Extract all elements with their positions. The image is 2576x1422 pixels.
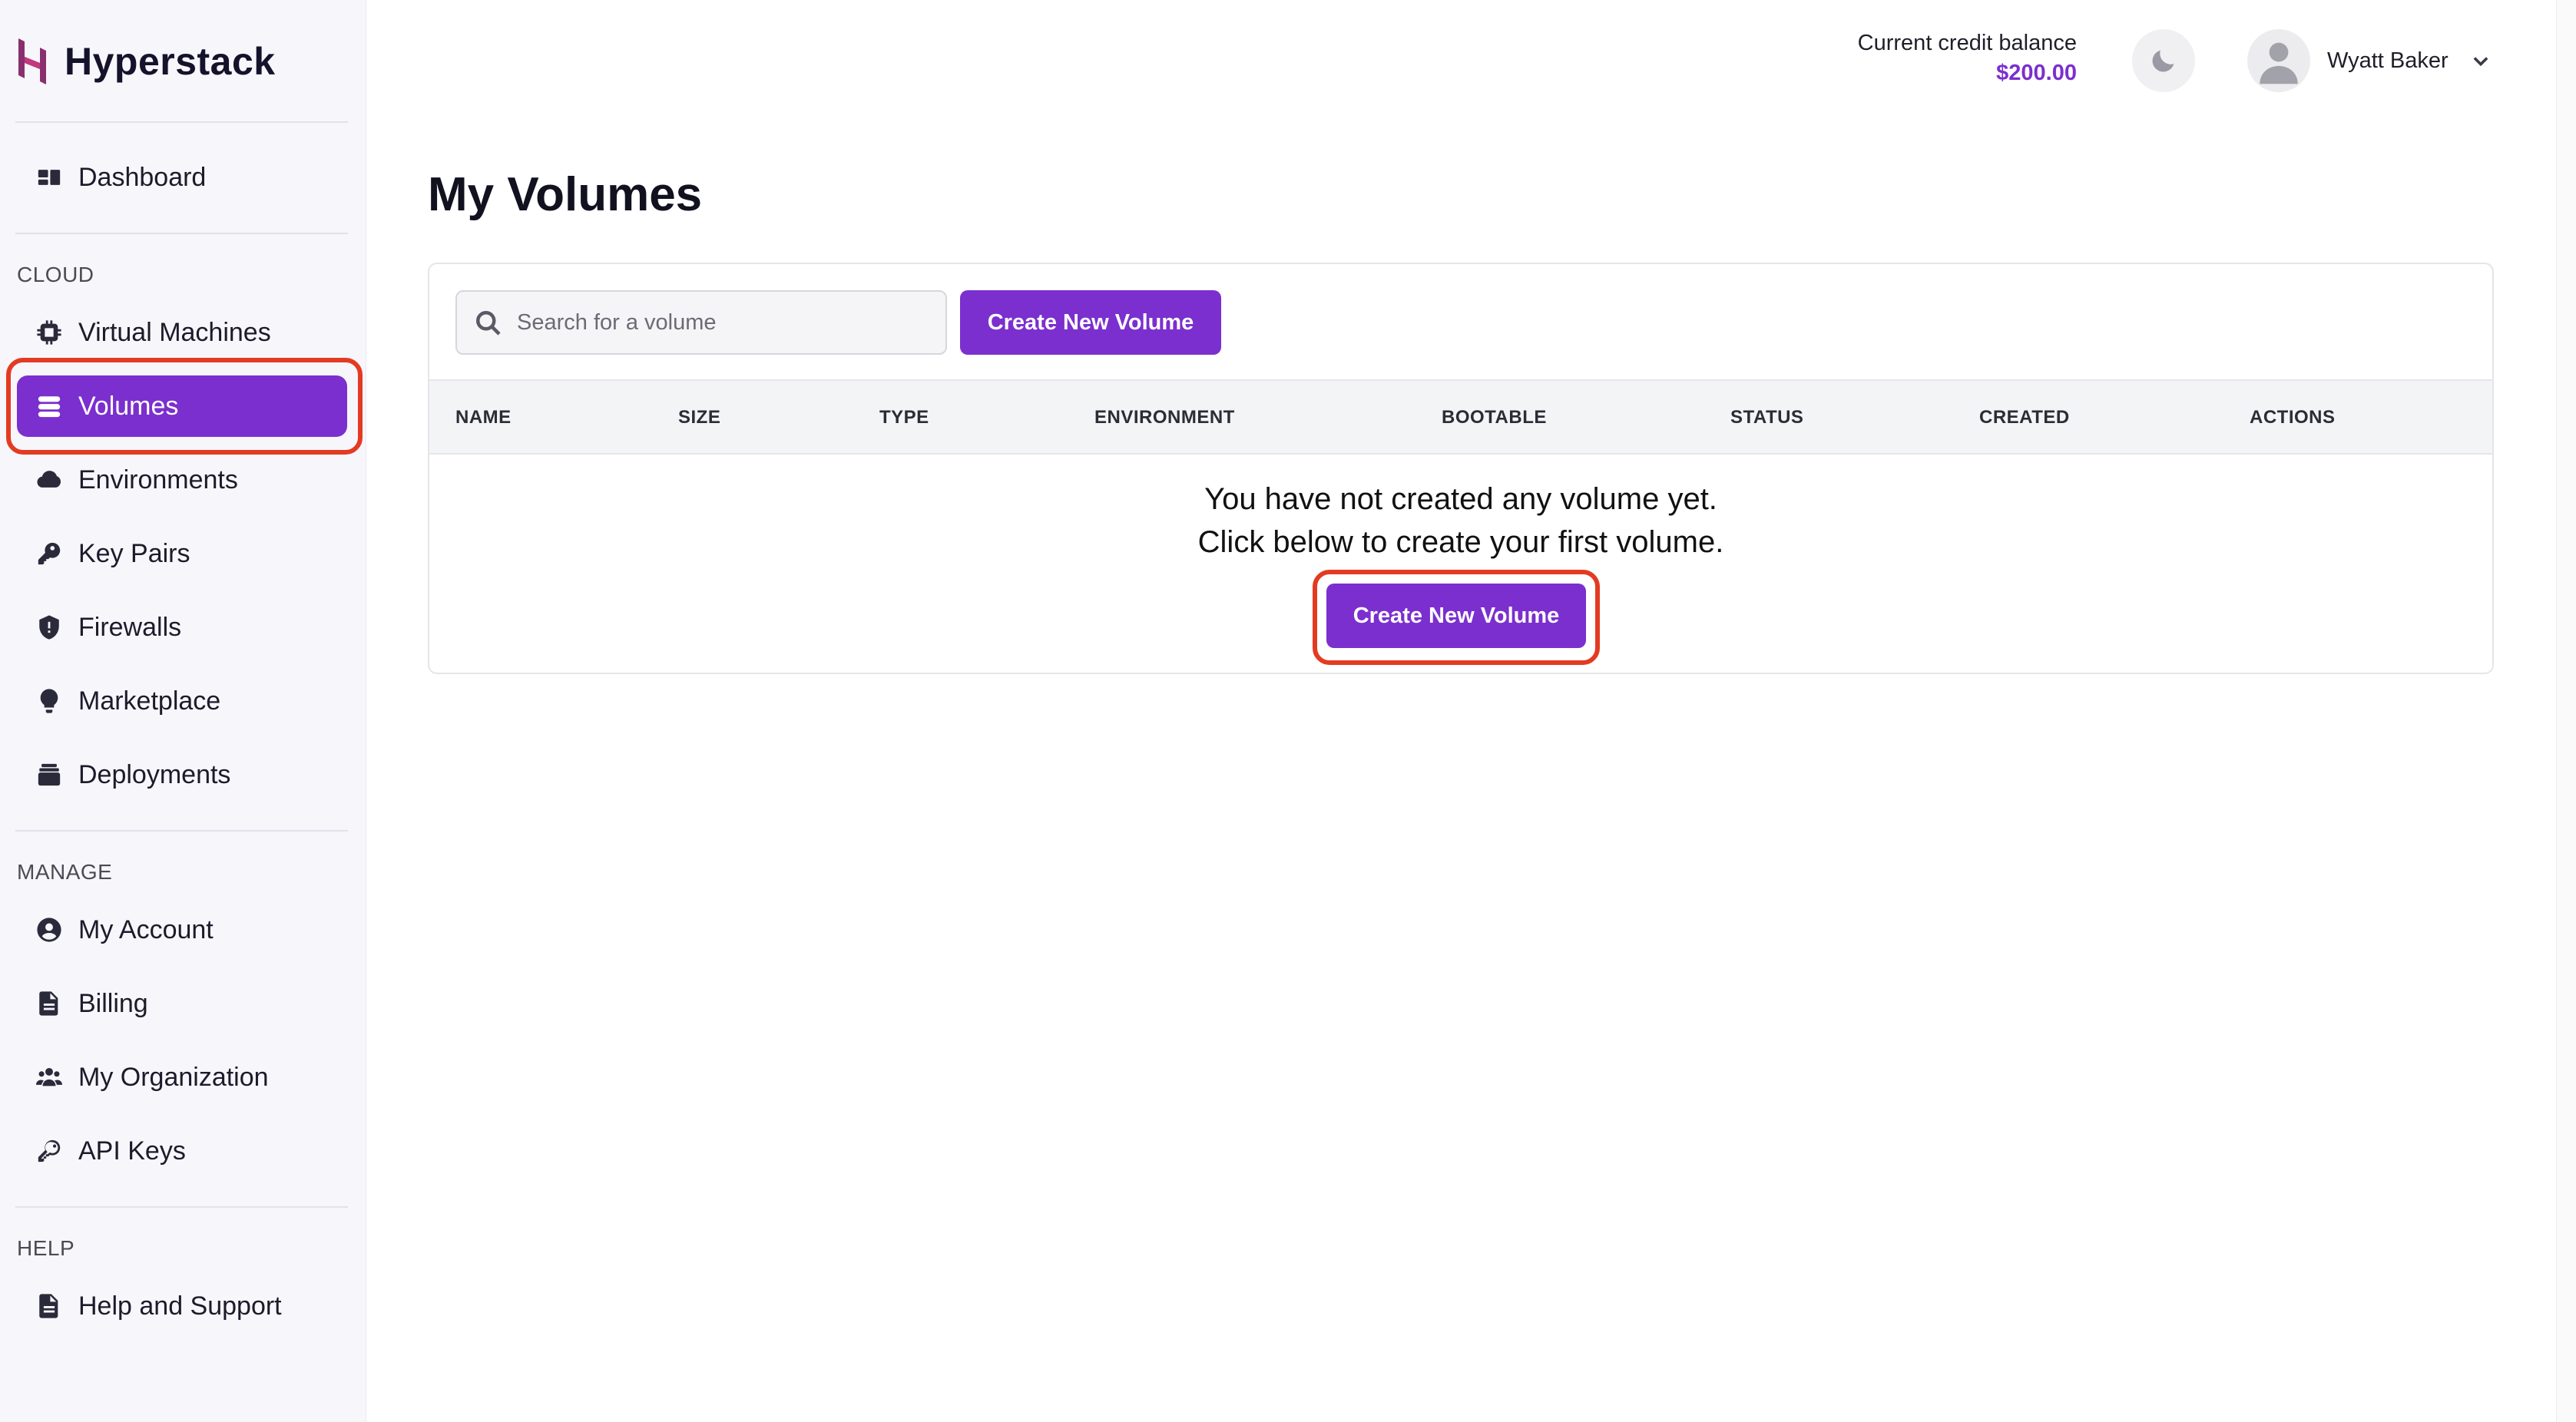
empty-state-hint: Click below to create your first volume. — [1197, 525, 1724, 559]
sidebar-item-label: Billing — [78, 988, 148, 1018]
sidebar-item-label: Firewalls — [78, 612, 182, 642]
section-title-help: HELP — [17, 1236, 75, 1260]
create-volume-button[interactable]: Create New Volume — [960, 290, 1221, 355]
column-header-actions: ACTIONS — [2250, 407, 2336, 428]
column-header-created: CREATED — [1979, 407, 2070, 428]
empty-state-message: You have not created any volume yet. — [1204, 482, 1717, 516]
column-header-type: TYPE — [879, 407, 929, 428]
users-icon — [35, 1063, 63, 1091]
sidebar-item-label: Key Pairs — [78, 538, 190, 568]
sidebar-item-label: My Organization — [78, 1062, 269, 1092]
app-root: Hyperstack Dashboard CLOUD Virtual Machi… — [0, 0, 2576, 1422]
sidebar-divider — [15, 233, 348, 234]
sidebar-item-label: Environments — [78, 465, 238, 494]
sidebar-item-environments[interactable]: Environments — [17, 449, 347, 511]
sidebar-item-label: Volumes — [78, 391, 179, 421]
section-title-cloud: CLOUD — [17, 263, 94, 286]
theme-toggle-button[interactable] — [2132, 29, 2195, 92]
search-field[interactable] — [455, 290, 947, 355]
sidebar-item-label: API Keys — [78, 1136, 186, 1166]
credit-label: Current credit balance — [1857, 31, 2077, 55]
shield-icon — [35, 613, 63, 641]
database-icon — [35, 392, 63, 420]
sidebar-item-my-organization[interactable]: My Organization — [17, 1047, 347, 1108]
sidebar-item-label: Marketplace — [78, 686, 221, 716]
chevron-down-icon — [2470, 50, 2492, 71]
credit-balance: Current credit balance $200.00 — [1858, 31, 2077, 86]
sidebar-item-marketplace[interactable]: Marketplace — [17, 670, 347, 732]
sidebar: Hyperstack Dashboard CLOUD Virtual Machi… — [0, 0, 366, 1422]
sidebar-divider — [15, 830, 348, 832]
column-header-name: NAME — [455, 407, 512, 428]
chip-icon — [35, 319, 63, 346]
user-name: Wyatt Baker — [2327, 48, 2449, 73]
credit-value: $200.00 — [1996, 61, 2077, 85]
lightbulb-icon — [35, 687, 63, 715]
sidebar-item-my-account[interactable]: My Account — [17, 899, 347, 961]
avatar — [2247, 29, 2310, 92]
create-first-volume-button[interactable]: Create New Volume — [1326, 584, 1586, 648]
sidebar-item-key-pairs[interactable]: Key Pairs — [17, 523, 347, 584]
document-icon — [35, 1292, 63, 1320]
key-icon — [35, 540, 63, 567]
column-header-environment: ENVIRONMENT — [1094, 407, 1235, 428]
sidebar-item-label: Virtual Machines — [78, 317, 271, 347]
cloud-icon — [35, 466, 63, 494]
key-outline-icon — [35, 1137, 63, 1165]
user-avatar-icon — [2260, 42, 2298, 84]
dashboard-icon — [35, 164, 63, 191]
sidebar-item-firewalls[interactable]: Firewalls — [17, 597, 347, 658]
section-title-manage: MANAGE — [17, 860, 113, 884]
volumes-card: Create New Volume NAME SIZE TYPE ENVIRON… — [428, 263, 2494, 674]
sidebar-item-billing[interactable]: Billing — [17, 973, 347, 1034]
document-icon — [35, 990, 63, 1017]
page-title: My Volumes — [428, 168, 703, 221]
sidebar-item-label: Dashboard — [78, 162, 207, 192]
brand-name: Hyperstack — [65, 40, 276, 83]
column-header-status: STATUS — [1730, 407, 1804, 428]
sidebar-item-deployments[interactable]: Deployments — [17, 744, 347, 805]
column-header-bootable: BOOTABLE — [1442, 407, 1547, 428]
user-menu[interactable]: Wyatt Baker — [2247, 29, 2492, 92]
search-input[interactable] — [517, 309, 916, 336]
moon-icon — [2152, 50, 2174, 72]
sidebar-item-virtual-machines[interactable]: Virtual Machines — [17, 302, 347, 363]
sidebar-item-dashboard[interactable]: Dashboard — [17, 147, 347, 208]
search-icon — [476, 311, 501, 336]
scrollbar[interactable] — [2556, 0, 2576, 1422]
sidebar-item-api-keys[interactable]: API Keys — [17, 1120, 347, 1182]
sidebar-item-help-and-support[interactable]: Help and Support — [17, 1275, 347, 1337]
table-header: NAME SIZE TYPE ENVIRONMENT BOOTABLE STAT… — [429, 379, 2492, 455]
sidebar-item-label: My Account — [78, 914, 214, 944]
user-circle-icon — [35, 916, 63, 944]
sidebar-item-label: Deployments — [78, 759, 231, 789]
sidebar-divider — [15, 1206, 348, 1208]
column-header-size: SIZE — [678, 407, 721, 428]
hyperstack-logo-icon — [18, 38, 46, 84]
stack-icon — [35, 761, 63, 789]
sidebar-item-volumes[interactable]: Volumes — [17, 375, 347, 437]
sidebar-item-label: Help and Support — [78, 1291, 282, 1321]
logo[interactable]: Hyperstack — [15, 31, 276, 92]
sidebar-divider — [15, 121, 348, 123]
